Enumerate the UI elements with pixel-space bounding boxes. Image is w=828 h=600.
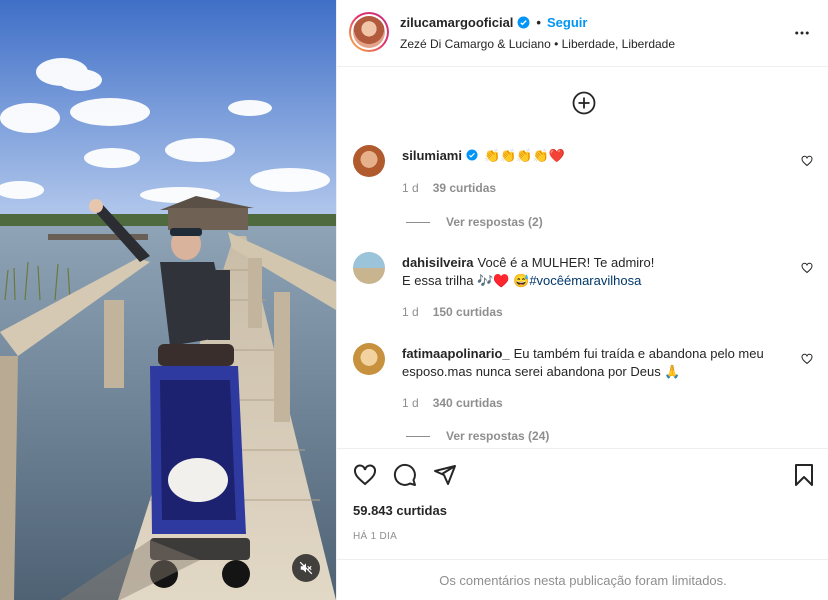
comment-item: dahisilveira Você é a MULHER! Te admiro! … [353,252,813,342]
separator-dot: • [536,15,541,30]
comments-limited-notice: Os comentários nesta publicação foram li… [337,559,828,600]
hashtag-link[interactable]: #vocêémaravilhosa [529,273,641,288]
author-username[interactable]: zilucamargooficial [400,15,513,30]
comments-list[interactable]: silumiami 👏👏👏👏❤️ 1 d 39 curtidas Ver respo… [337,68,828,448]
comment-age: 1 d [402,396,419,410]
comment-username[interactable]: fatimaapolinario_ [402,346,510,361]
comment-icon[interactable] [393,463,417,487]
comment-text-line2: E essa trilha 🎶♥️ 😅 [402,273,530,288]
comment-avatar[interactable] [353,145,385,177]
heart-icon[interactable] [801,262,813,274]
heart-icon[interactable] [353,463,377,487]
bookmark-icon[interactable] [793,463,815,487]
comment-item: silumiami 👏👏👏👏❤️ 1 d 39 curtidas Ver respo… [353,145,813,235]
follow-button[interactable]: Seguir [547,15,587,30]
share-icon[interactable] [433,463,457,487]
post-location[interactable]: Zezé Di Camargo & Luciano • Liberdade, L… [400,37,675,51]
comment-avatar[interactable] [353,343,385,375]
comment-likes[interactable]: 150 curtidas [433,305,503,319]
video-frame [0,0,336,600]
post-media-video[interactable] [0,0,336,600]
comment-avatar[interactable] [353,252,385,284]
view-replies-button[interactable]: Ver respostas (2) [406,215,543,229]
post-details-panel: zilucamargooficial • Seguir Zezé Di Cama… [336,0,828,600]
comment-age: 1 d [402,181,419,195]
heart-icon[interactable] [801,353,813,365]
comment-text: 👏👏👏👏❤️ [483,148,565,163]
post-header: zilucamargooficial • Seguir Zezé Di Cama… [337,0,828,67]
muted-speaker-icon [299,561,313,575]
comment-age: 1 d [402,305,419,319]
verified-badge-icon [517,16,530,29]
comment-likes[interactable]: 340 curtidas [433,396,503,410]
comment-text: Você é a MULHER! Te admiro! [477,255,655,270]
author-avatar[interactable] [349,12,389,52]
post-actions: 59.843 curtidas HÁ 1 DIA Os comentários … [337,448,828,600]
more-options-icon[interactable] [793,24,811,42]
comment-username[interactable]: silumiami [402,148,462,163]
add-circle-icon[interactable] [572,91,596,115]
comment-username[interactable]: dahisilveira [402,255,474,270]
mute-button[interactable] [292,554,320,582]
comment-likes[interactable]: 39 curtidas [433,181,496,195]
view-replies-button[interactable]: Ver respostas (24) [406,429,549,443]
post-likes-count[interactable]: 59.843 curtidas [353,503,447,518]
comment-item: fatimaapolinario_ Eu também fui traída e … [353,343,813,448]
heart-icon[interactable] [801,155,813,167]
verified-badge-icon [466,149,478,161]
post-timestamp[interactable]: HÁ 1 DIA [353,531,397,542]
